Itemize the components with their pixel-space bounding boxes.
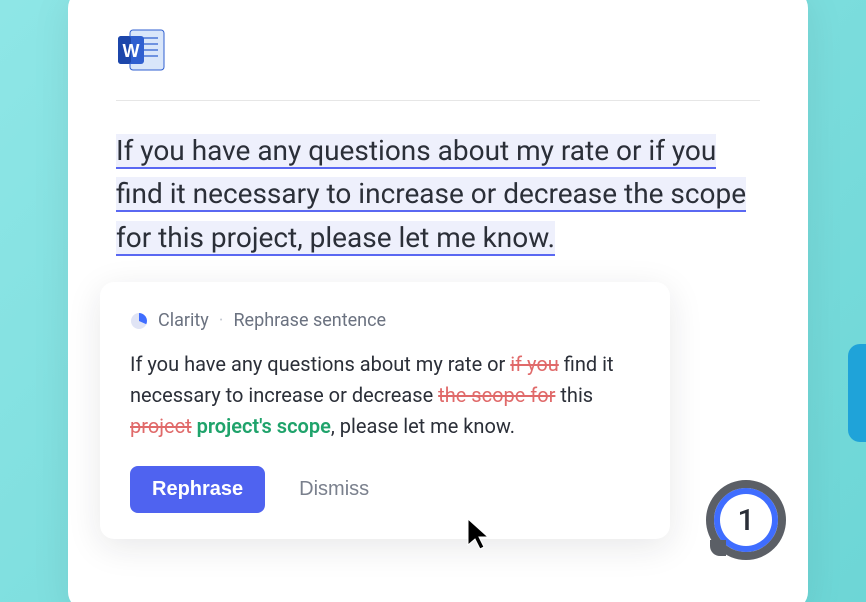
- insert-text: project's scope: [192, 414, 331, 438]
- suggestion-body: If you have any questions about my rate …: [130, 349, 640, 442]
- rephrase-button[interactable]: Rephrase: [130, 466, 265, 513]
- suggestion-text-seg: If you have any questions about my rate …: [130, 352, 510, 376]
- strike-text: project: [130, 414, 192, 438]
- separator-dot: ·: [219, 310, 224, 331]
- suggestion-action-label: Rephrase sentence: [233, 310, 386, 331]
- fab-count: 1: [737, 503, 754, 538]
- suggestion-text-seg: this: [555, 383, 593, 407]
- pie-chart-icon: [130, 312, 148, 330]
- card-header: Clarity · Rephrase sentence: [130, 310, 640, 331]
- card-actions: Rephrase Dismiss: [130, 466, 640, 513]
- divider: [116, 100, 760, 101]
- svg-text:W: W: [123, 41, 140, 61]
- suggestion-card: Clarity · Rephrase sentence If you have …: [100, 282, 670, 539]
- dismiss-button[interactable]: Dismiss: [293, 477, 375, 502]
- strike-text: the scope for: [438, 383, 555, 407]
- suggestion-text-seg: , please let me know.: [331, 414, 515, 438]
- word-icon: W: [116, 28, 166, 76]
- sentence-text: If you have any questions about my rate …: [116, 134, 746, 256]
- side-tab[interactable]: [848, 344, 866, 442]
- suggestion-count-fab[interactable]: 1: [706, 480, 786, 560]
- highlighted-sentence[interactable]: If you have any questions about my rate …: [116, 129, 760, 259]
- suggestion-category: Clarity: [158, 310, 209, 331]
- strike-text: if you: [510, 352, 559, 376]
